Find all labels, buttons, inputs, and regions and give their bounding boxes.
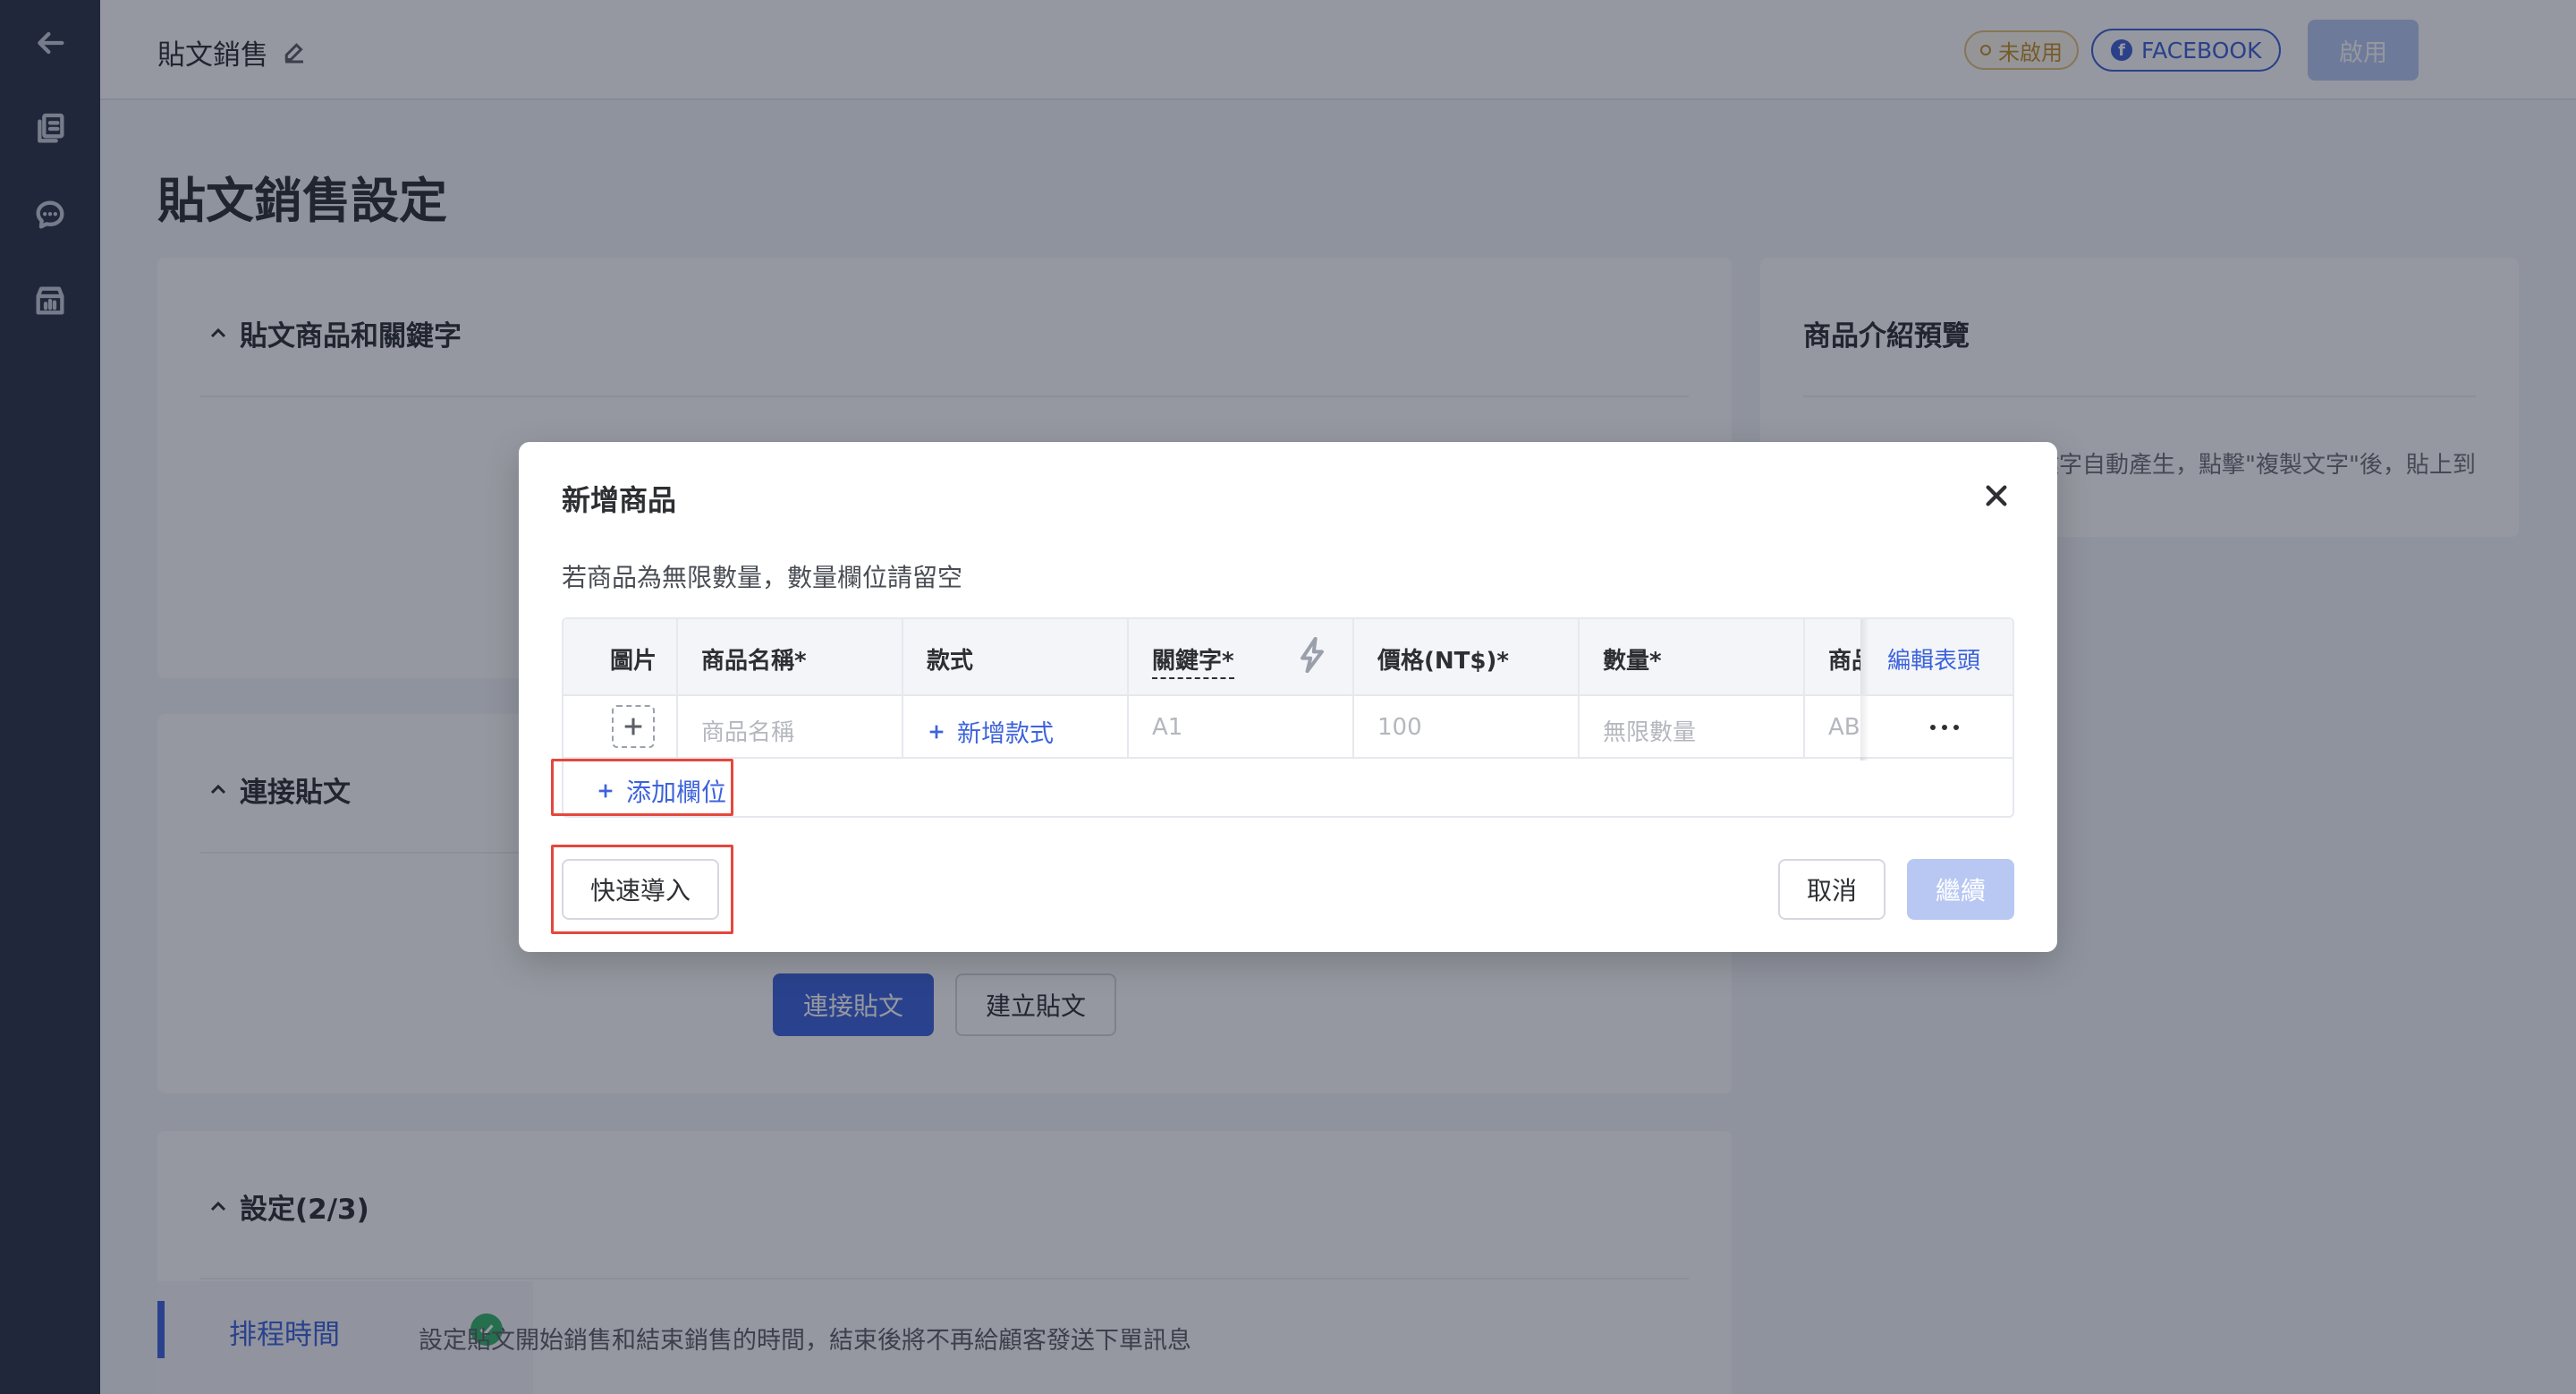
- header-variant: 款式: [927, 648, 974, 675]
- cell-image: [564, 696, 678, 757]
- plus-icon: [929, 725, 944, 738]
- header-keyword[interactable]: 關鍵字*: [1152, 642, 1234, 679]
- header-price: 價格(NT$)*: [1377, 648, 1509, 675]
- edit-header-link[interactable]: 編輯表頭: [1887, 642, 1980, 676]
- col-variant-head: 款式: [903, 619, 1129, 694]
- close-icon[interactable]: [1975, 474, 2018, 517]
- col-image-head: 圖片: [564, 619, 678, 694]
- modal-hint: 若商品為無限數量，數量欄位請留空: [562, 563, 963, 592]
- keyword-input[interactable]: A1: [1129, 696, 1354, 757]
- product-name-placeholder: 商品名稱: [701, 719, 795, 746]
- quick-import-button[interactable]: 快速導入: [562, 859, 719, 920]
- sticky-column-shadow: [1860, 696, 1869, 761]
- table-row: 商品名稱 新增款式 A1 100 無限數量 AB: [564, 694, 2012, 761]
- more-options-icon[interactable]: [1930, 725, 1959, 730]
- header-quantity: 數量*: [1603, 648, 1662, 675]
- cell-variant: 新增款式: [903, 696, 1129, 757]
- modal-title: 新增商品: [562, 483, 677, 517]
- price-placeholder: 100: [1377, 714, 1422, 741]
- keyword-placeholder: A1: [1152, 714, 1183, 741]
- cancel-button[interactable]: 取消: [1778, 859, 1885, 920]
- plus-icon: [624, 718, 642, 735]
- price-input[interactable]: 100: [1354, 696, 1580, 757]
- product-name-input[interactable]: 商品名稱: [678, 696, 903, 757]
- col-sku-head: 商品: [1805, 619, 1860, 694]
- col-quantity-head: 數量*: [1580, 619, 1805, 694]
- continue-button[interactable]: 繼續: [1907, 859, 2014, 920]
- product-table: 圖片 商品名稱* 款式 關鍵字* 價格(NT$)* 數量* 商品: [562, 617, 2014, 818]
- add-product-modal: 新增商品 若商品為無限數量，數量欄位請留空 圖片 商品名稱* 款式 關鍵字* 價…: [519, 442, 2057, 952]
- add-image-button[interactable]: [612, 705, 655, 748]
- header-image: 圖片: [610, 648, 657, 675]
- col-name-head: 商品名稱*: [678, 619, 903, 694]
- add-variant-label: 新增款式: [957, 720, 1054, 748]
- quantity-placeholder: 無限數量: [1603, 719, 1697, 746]
- lightning-bolt-icon[interactable]: [1299, 636, 1326, 674]
- add-variant-button[interactable]: 新增款式: [927, 714, 1054, 749]
- col-keyword-head: 關鍵字*: [1129, 619, 1354, 694]
- highlight-box: [551, 759, 733, 816]
- table-header: 圖片 商品名稱* 款式 關鍵字* 價格(NT$)* 數量* 商品: [564, 619, 2012, 761]
- quantity-input[interactable]: 無限數量: [1580, 696, 1805, 757]
- sku-input[interactable]: AB: [1805, 696, 1860, 757]
- header-name: 商品名稱*: [701, 648, 807, 675]
- header-sku: 商品: [1828, 648, 1860, 675]
- col-price-head: 價格(NT$)*: [1354, 619, 1580, 694]
- sku-placeholder: AB: [1828, 714, 1860, 741]
